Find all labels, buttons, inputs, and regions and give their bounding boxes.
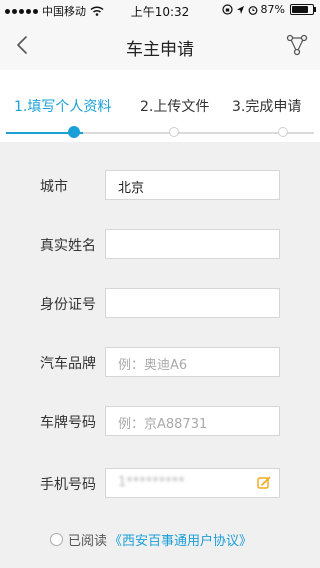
step-2-dot <box>169 127 179 137</box>
step-2-label: 2.上传文件 <box>140 99 210 115</box>
car-brand-field[interactable]: 例：奥迪A6 <box>105 347 280 377</box>
real-name-field[interactable] <box>105 229 280 259</box>
step-progress-track <box>6 132 314 134</box>
alarm-icon <box>248 5 257 15</box>
form-row-name: 真实姓名 <box>0 229 320 259</box>
application-steps: 1.填写个人资料 2.上传文件 3.完成申请 <box>0 70 320 140</box>
step-1-dot <box>68 126 80 138</box>
form-row-brand: 汽车品牌 例：奥迪A6 <box>0 347 320 377</box>
city-label: 城市 <box>40 179 68 195</box>
form-row-phone: 手机号码 1********* <box>0 468 320 498</box>
phone-number-label: 手机号码 <box>40 477 96 493</box>
share-icon[interactable] <box>286 33 308 57</box>
edit-icon[interactable] <box>257 476 271 490</box>
personal-info-form: 城市 北京 真实姓名 身份证号 汽车品牌 例：奥迪A6 车牌号码 例：京A887… <box>0 142 320 568</box>
phone-number-value: 1********* <box>118 475 185 490</box>
page-title: 车主申请 <box>126 40 194 60</box>
id-number-field[interactable] <box>105 288 280 318</box>
city-field[interactable]: 北京 <box>105 170 280 200</box>
agreement-checkbox[interactable] <box>50 533 63 546</box>
phone-number-field[interactable]: 1********* <box>105 468 280 498</box>
id-number-label: 身份证号 <box>40 297 96 313</box>
plate-number-field[interactable]: 例：京A88731 <box>105 406 280 436</box>
navigation-bar: 车主申请 <box>0 20 320 71</box>
status-right: 87% <box>221 3 316 16</box>
agreement-link[interactable]: 《西安百事通用户协议》 <box>109 530 252 549</box>
battery-percent: 87% <box>260 3 285 16</box>
form-row-plate: 车牌号码 例：京A88731 <box>0 406 320 436</box>
agreement-row: 已阅读 《西安百事通用户协议》 <box>50 530 252 549</box>
step-3-label: 3.完成申请 <box>232 99 302 115</box>
form-row-id: 身份证号 <box>0 288 320 318</box>
agreement-text: 已阅读 <box>68 534 108 549</box>
lock-rotation-icon <box>221 4 233 15</box>
step-1-label: 1.填写个人资料 <box>14 99 112 115</box>
step-3-dot <box>278 127 288 137</box>
battery-icon <box>290 4 316 15</box>
car-brand-label: 汽车品牌 <box>40 356 96 372</box>
status-bar: 中国移动 上午10:32 87% <box>0 0 320 20</box>
plate-number-label: 车牌号码 <box>40 415 96 431</box>
form-row-city: 城市 北京 <box>0 170 320 200</box>
real-name-label: 真实姓名 <box>40 238 96 254</box>
location-arrow-icon <box>236 5 244 14</box>
